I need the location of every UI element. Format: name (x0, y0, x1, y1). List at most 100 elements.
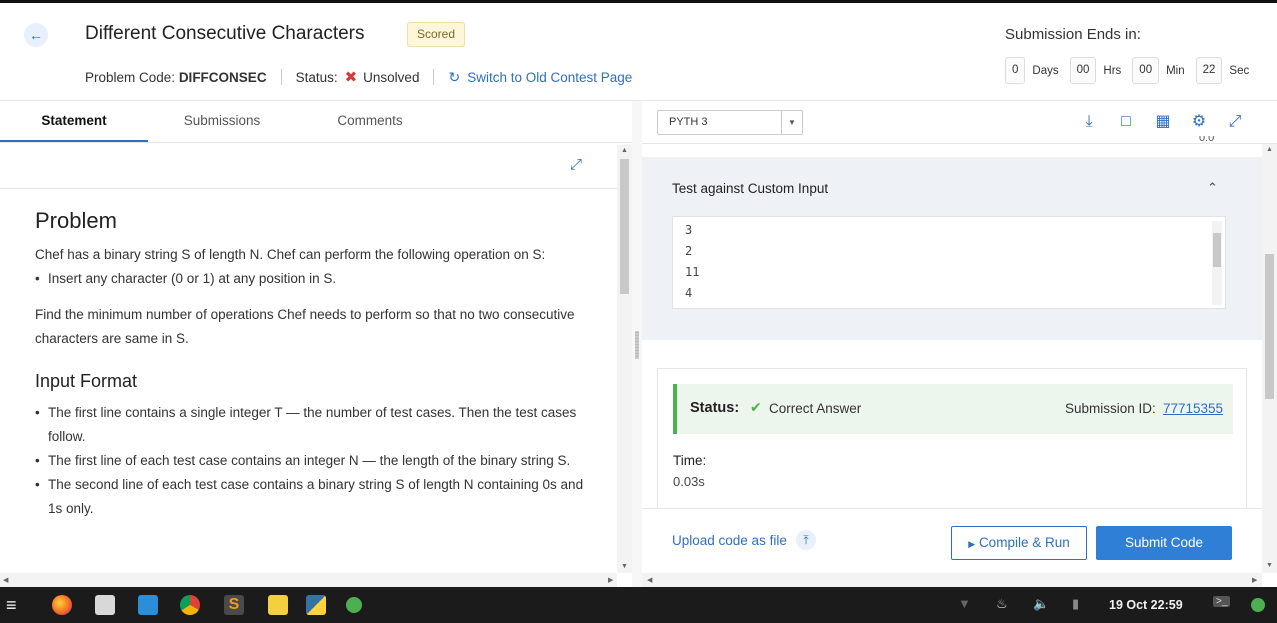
input-line: 3 (685, 223, 693, 237)
input-format-heading: Input Format (35, 371, 138, 391)
statement-hscrollbar[interactable]: ◀ ▶ (0, 573, 617, 587)
status-banner: Status: ✔ Correct Answer Submission ID: … (673, 384, 1233, 434)
input-line: 11 (685, 265, 700, 279)
switch-old-page-link[interactable]: ↻ Switch to Old Contest Page (448, 69, 632, 86)
time-value: 0.03s (673, 474, 705, 489)
back-button[interactable]: ← (24, 23, 48, 47)
expand-icon[interactable]: ⤢ (570, 156, 582, 173)
scrollbar-thumb[interactable] (620, 159, 629, 294)
store-icon[interactable] (138, 595, 158, 615)
download-icon[interactable]: ⤓ (1079, 112, 1099, 132)
statement-scrollbar[interactable]: ▲ ▼ (617, 145, 632, 573)
check-icon: ✔ (750, 399, 762, 415)
input-line: 2 (685, 244, 693, 258)
scroll-left-icon[interactable]: ◀ (3, 576, 8, 584)
submission-id-label: Submission ID: (1065, 401, 1156, 416)
tab-submissions[interactable]: Submissions (148, 101, 296, 142)
problem-tabs: Statement Submissions Comments (0, 101, 632, 143)
tab-comments[interactable]: Comments (296, 101, 444, 142)
battery-icon[interactable]: ▮ (1072, 596, 1079, 612)
firefox-icon[interactable] (52, 595, 72, 615)
submission-ends-label: Submission Ends in: (1005, 26, 1141, 43)
result-status-value: Correct Answer (769, 401, 862, 416)
scroll-up-icon[interactable]: ▲ (621, 147, 628, 154)
sublime-text-icon[interactable]: S (224, 595, 244, 615)
scroll-right-icon[interactable]: ▶ (1252, 576, 1257, 584)
timer-sec-label: Sec (1229, 64, 1250, 77)
fullscreen-icon[interactable]: ⤢ (1225, 112, 1245, 132)
os-taskbar: ≡ S ▼ ♨ 🔈 ▮ 19 Oct 22:59 >_ (0, 587, 1277, 623)
action-bar: Upload code as file ⤒ ▶ Compile & Run Su… (642, 508, 1262, 573)
language-select[interactable]: PYTH 3 ▼ (657, 110, 803, 135)
scroll-down-icon[interactable]: ▼ (1266, 562, 1273, 569)
submission-id-link[interactable]: 77715355 (1163, 401, 1223, 416)
cut-off-text: 0.0 (1199, 136, 1215, 144)
problem-intro: Chef has a binary string S of length N. … (35, 247, 546, 262)
editor-toolbar: PYTH 3 ▼ ⤓ □ ▦ ⚙ ⤢ (642, 101, 1277, 144)
upload-icon[interactable]: ⤒ (796, 530, 816, 550)
scroll-right-icon[interactable]: ▶ (608, 576, 613, 584)
python-icon[interactable] (306, 595, 326, 615)
zorin-menu-icon[interactable]: ≡ (6, 595, 26, 615)
save-icon[interactable]: ▦ (1153, 112, 1173, 132)
submit-code-button[interactable]: Submit Code (1096, 526, 1232, 560)
refresh-icon: ↻ (448, 68, 461, 85)
app-icon[interactable] (346, 597, 362, 613)
statement-content: Problem Chef has a binary string S of le… (35, 206, 595, 533)
notes-icon[interactable] (268, 595, 288, 615)
meta-divider (280, 69, 282, 85)
scroll-down-icon[interactable]: ▼ (621, 563, 628, 570)
scrollbar-thumb[interactable] (1213, 233, 1221, 267)
scroll-up-icon[interactable]: ▲ (1266, 146, 1273, 153)
custom-input-field[interactable]: 3 2 11 4 (672, 216, 1226, 309)
files-icon[interactable] (95, 595, 115, 615)
compile-run-button[interactable]: ▶ Compile & Run (951, 526, 1087, 560)
volume-icon[interactable]: 🔈 (1033, 596, 1049, 612)
cross-icon: ✖ (344, 69, 358, 86)
compile-run-label: Compile & Run (978, 535, 1070, 550)
status-dot-icon[interactable] (1251, 598, 1265, 612)
chevron-down-icon: ▼ (781, 111, 802, 134)
problem-task: Find the minimum number of operations Ch… (35, 307, 575, 346)
scored-badge: Scored (407, 22, 466, 47)
problem-meta: Problem Code: DIFFCONSEC Status: ✖ Unsol… (85, 68, 632, 87)
tab-statement[interactable]: Statement (0, 101, 148, 142)
statement-divider (0, 188, 617, 189)
problem-code: DIFFCONSEC (178, 69, 267, 85)
status-value: Unsolved (363, 69, 420, 85)
result-card: Status: ✔ Correct Answer Submission ID: … (657, 368, 1247, 513)
timer-sec: 22 (1195, 57, 1223, 84)
custom-input-title: Test against Custom Input (672, 181, 829, 196)
problem-header: ← Different Consecutive Characters Score… (0, 3, 1277, 101)
bell-icon[interactable]: ♨ (996, 596, 1008, 612)
list-item: Insert any character (0 or 1) at any pos… (35, 267, 595, 291)
editor-scrollbar[interactable]: ▲ ▼ (1262, 144, 1277, 573)
statement-panel: Statement Submissions Comments ⤢ Problem… (0, 101, 632, 587)
list-item: The first line contains a single integer… (35, 401, 595, 449)
panel-splitter[interactable] (632, 101, 642, 587)
wifi-icon[interactable]: ▼ (958, 596, 971, 611)
input-line: 4 (685, 286, 693, 300)
taskbar-clock[interactable]: 19 Oct 22:59 (1109, 598, 1183, 612)
custom-input-section: Test against Custom Input ⌃ 3 2 11 4 (642, 157, 1262, 340)
scroll-left-icon[interactable]: ◀ (647, 576, 652, 584)
input-scrollbar[interactable] (1212, 221, 1222, 305)
timer-days-label: Days (1032, 64, 1059, 77)
input-format-list: The first line contains a single integer… (35, 401, 595, 521)
problem-heading: Problem (35, 208, 117, 233)
chrome-icon[interactable] (180, 595, 200, 615)
timer-hrs-label: Hrs (1103, 64, 1122, 77)
editor-hscrollbar[interactable]: ◀ ▶ (642, 573, 1262, 587)
upload-code-link[interactable]: Upload code as file (672, 533, 787, 548)
comment-icon[interactable]: □ (1116, 112, 1136, 132)
splitter-grip-icon[interactable] (635, 331, 639, 359)
chevron-up-icon[interactable]: ⌃ (1207, 180, 1218, 196)
language-value: PYTH 3 (669, 116, 708, 128)
scrollbar-thumb[interactable] (1265, 254, 1274, 399)
play-icon: ▶ (968, 539, 976, 549)
terminal-icon[interactable]: >_ (1213, 596, 1231, 607)
list-item: The first line of each test case contain… (35, 449, 595, 473)
countdown-timer: 0 Days 00 Hrs 00 Min 22 Sec (1005, 57, 1260, 84)
status-label: Status: (295, 69, 338, 85)
gear-icon[interactable]: ⚙ (1189, 112, 1209, 132)
